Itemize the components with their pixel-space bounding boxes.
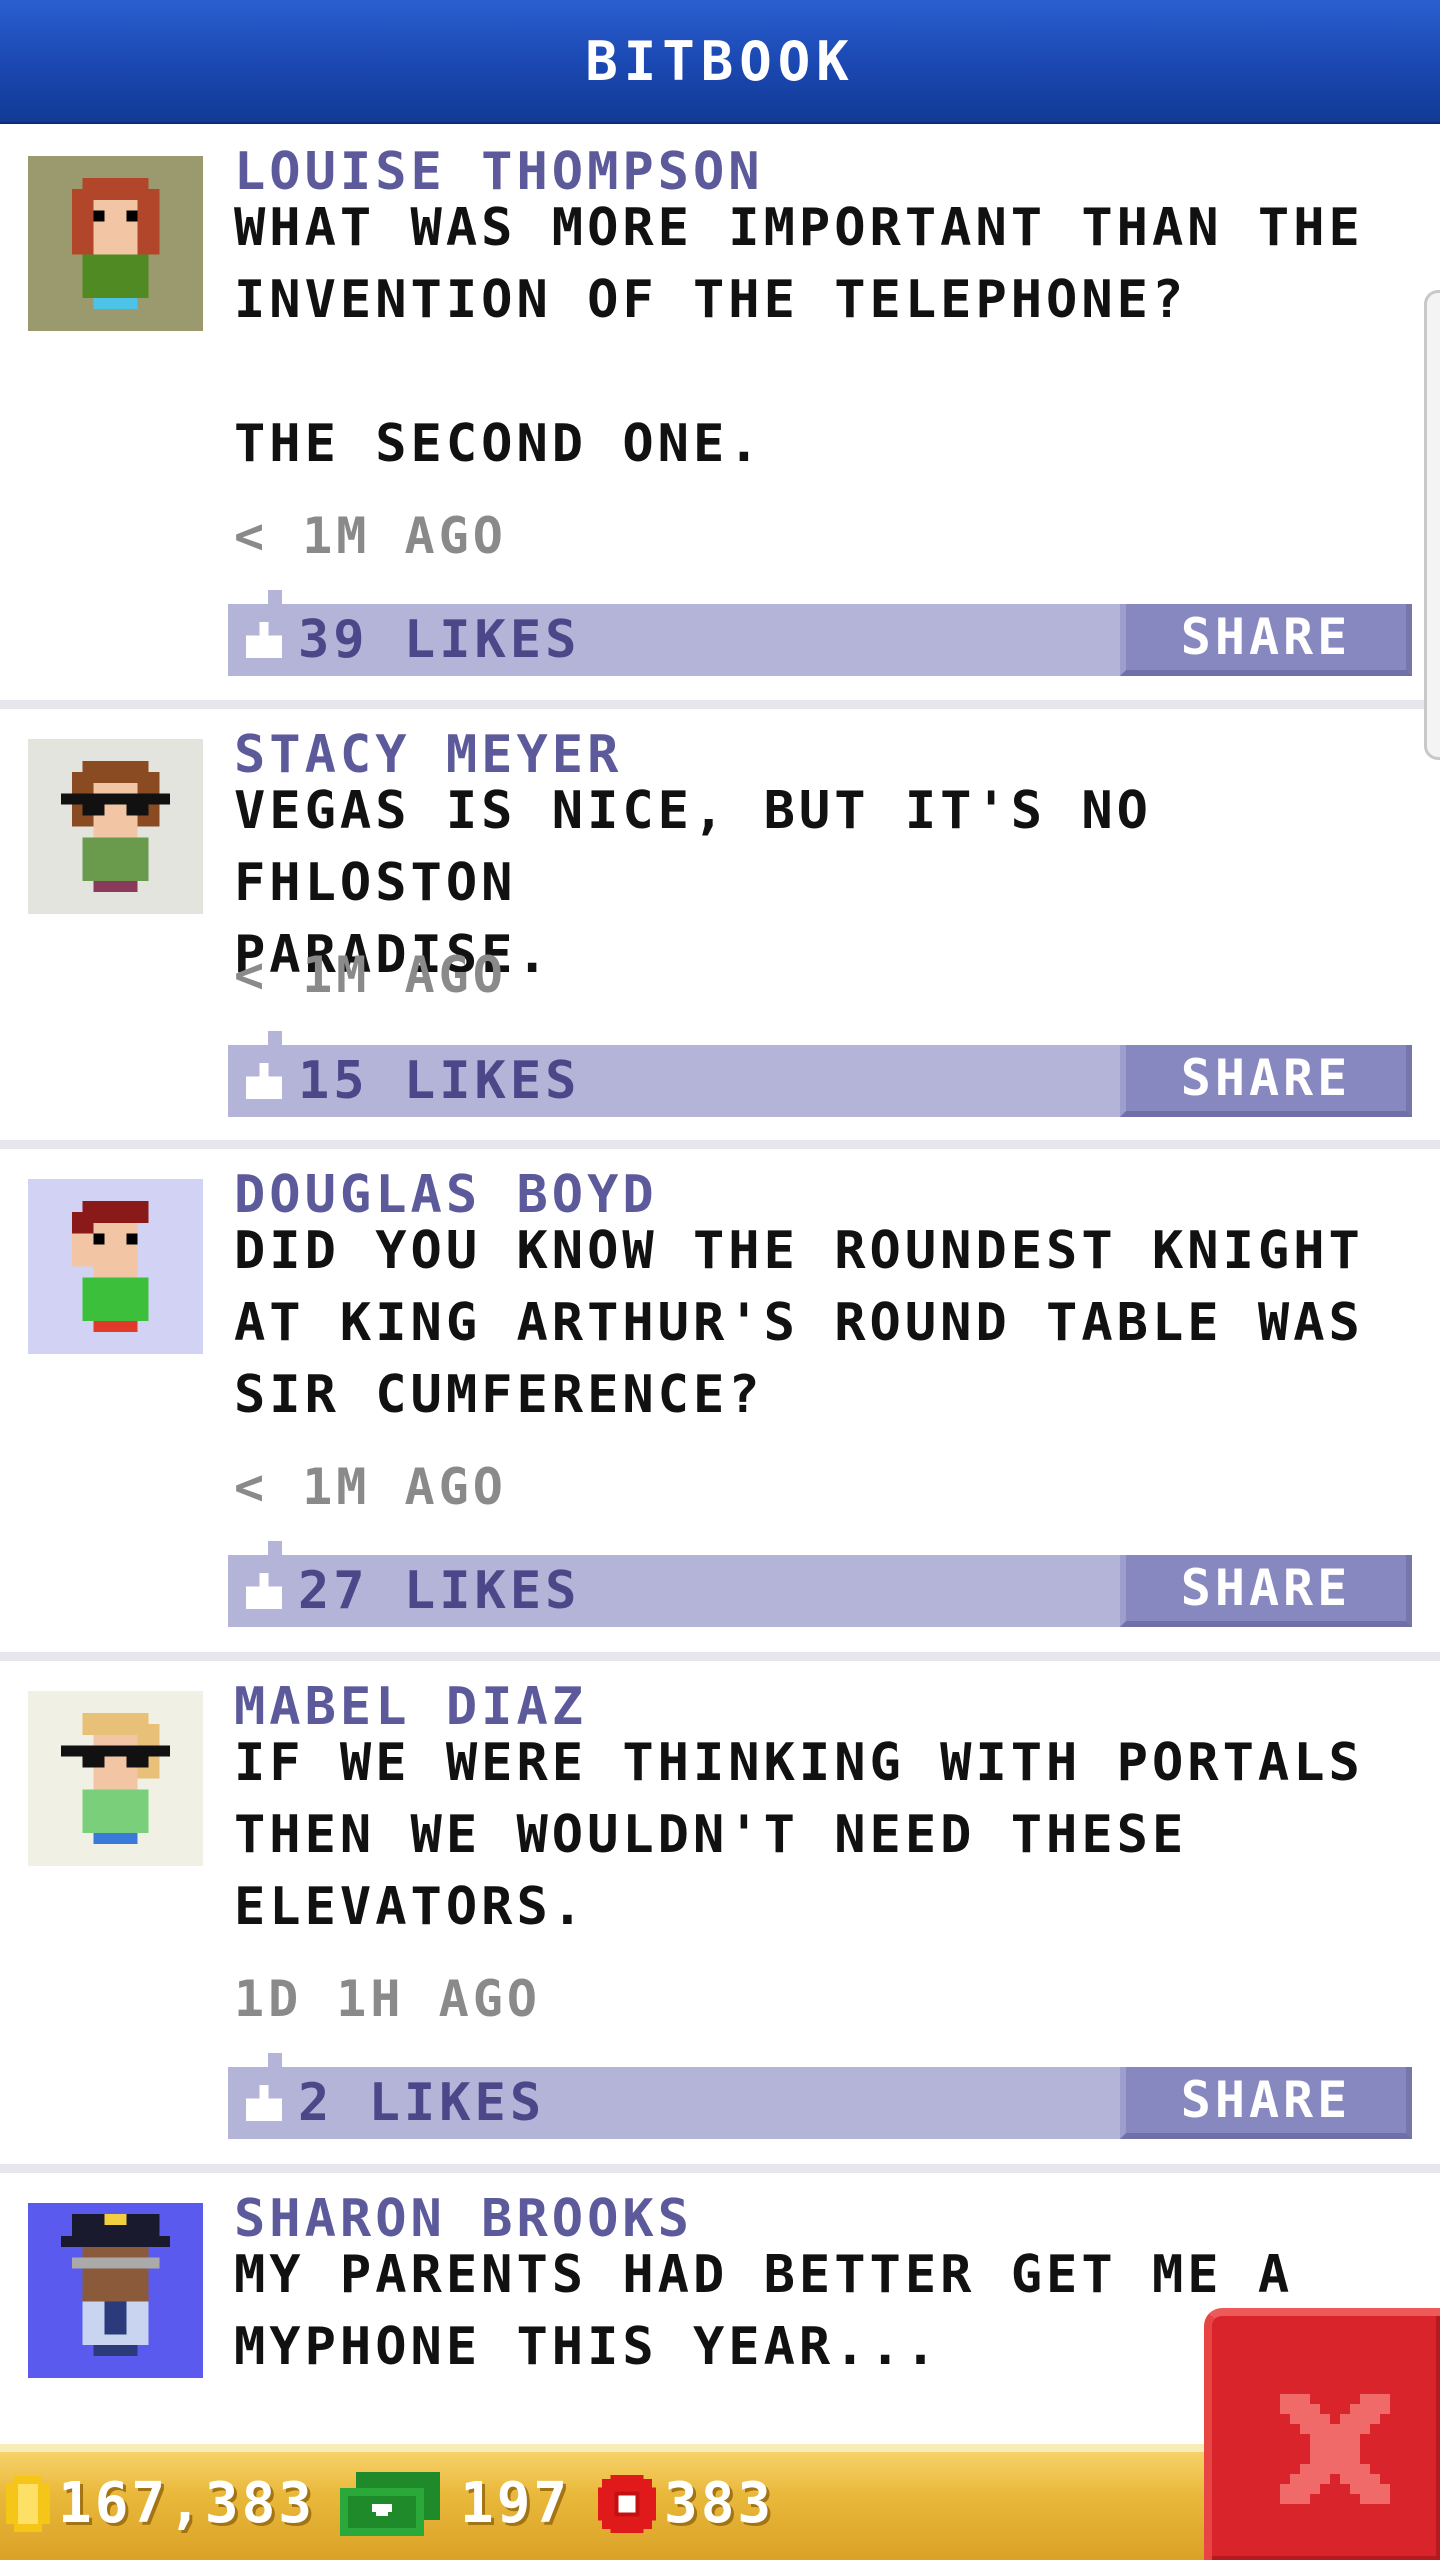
cash-count: 197 xyxy=(460,2471,571,2536)
post-text: DID YOU KNOW THE ROUNDEST KNIGHT AT KING… xyxy=(234,1221,1364,1425)
avatar-blonde-glasses-icon xyxy=(28,1691,203,1866)
post-time: 1D 1H AGO xyxy=(234,1970,541,2028)
scrollbar[interactable] xyxy=(1424,290,1440,760)
share-button[interactable]: SHARE xyxy=(1120,604,1412,676)
thumb-up-icon xyxy=(246,2085,282,2121)
avatar-dark-red-hair-green-shirt-icon xyxy=(28,1179,203,1354)
avatar-glasses-brown-hair-icon xyxy=(28,739,203,914)
post-time: < 1M AGO xyxy=(234,946,507,1004)
avatar-redhead-green-shirt-icon xyxy=(28,156,203,331)
close-button[interactable] xyxy=(1204,2308,1440,2560)
cash-stat: 197 xyxy=(340,2471,571,2536)
feed-post: DOUGLAS BOYD DID YOU KNOW THE ROUNDEST K… xyxy=(0,1149,1440,1652)
like-count[interactable]: 2 LIKES xyxy=(298,2073,545,2133)
like-bar: 15 LIKES SHARE xyxy=(228,1031,1412,1117)
bux-stat: 383 xyxy=(598,2474,774,2534)
like-bar: 2 LIKES SHARE xyxy=(228,2053,1412,2139)
share-button[interactable]: SHARE xyxy=(1120,1045,1412,1117)
coins-stat: 167,383 xyxy=(6,2474,315,2534)
like-bar: 27 LIKES SHARE xyxy=(228,1541,1412,1627)
thumb-up-icon xyxy=(246,622,282,658)
divider xyxy=(0,1140,1440,1149)
bux-icon xyxy=(598,2475,656,2533)
like-count[interactable]: 39 LIKES xyxy=(298,610,580,670)
app-title: BITBOOK xyxy=(585,29,855,93)
bux-count: 383 xyxy=(664,2471,775,2536)
feed-post: MABEL DIAZ IF WE WERE THINKING WITH PORT… xyxy=(0,1661,1440,2164)
divider xyxy=(0,2164,1440,2173)
post-time: < 1M AGO xyxy=(234,1458,507,1516)
divider xyxy=(0,1652,1440,1661)
share-button[interactable]: SHARE xyxy=(1120,1555,1412,1627)
post-text: IF WE WERE THINKING WITH PORTALS THEN WE… xyxy=(234,1733,1364,1937)
like-count[interactable]: 15 LIKES xyxy=(298,1051,580,1111)
app-header: BITBOOK xyxy=(0,0,1440,124)
post-text: WHAT WAS MORE IMPORTANT THAN THE INVENTI… xyxy=(234,198,1364,474)
cash-icon xyxy=(340,2472,440,2536)
share-button[interactable]: SHARE xyxy=(1120,2067,1412,2139)
post-time: < 1M AGO xyxy=(234,507,507,565)
coin-icon xyxy=(6,2476,50,2532)
feed-post: STACY MEYER VEGAS IS NICE, BUT IT'S NO F… xyxy=(0,709,1440,1139)
like-count[interactable]: 27 LIKES xyxy=(298,1561,580,1621)
close-icon xyxy=(1280,2394,1390,2504)
like-bar: 39 LIKES SHARE xyxy=(228,590,1412,676)
thumb-up-icon xyxy=(246,1063,282,1099)
thumb-up-icon xyxy=(246,1573,282,1609)
feed-post: LOUISE THOMPSON WHAT WAS MORE IMPORTANT … xyxy=(0,124,1440,704)
avatar-police-officer-icon xyxy=(28,2203,203,2378)
divider xyxy=(0,700,1440,709)
feed[interactable]: LOUISE THOMPSON WHAT WAS MORE IMPORTANT … xyxy=(0,124,1440,2444)
coins-count: 167,383 xyxy=(58,2471,316,2536)
